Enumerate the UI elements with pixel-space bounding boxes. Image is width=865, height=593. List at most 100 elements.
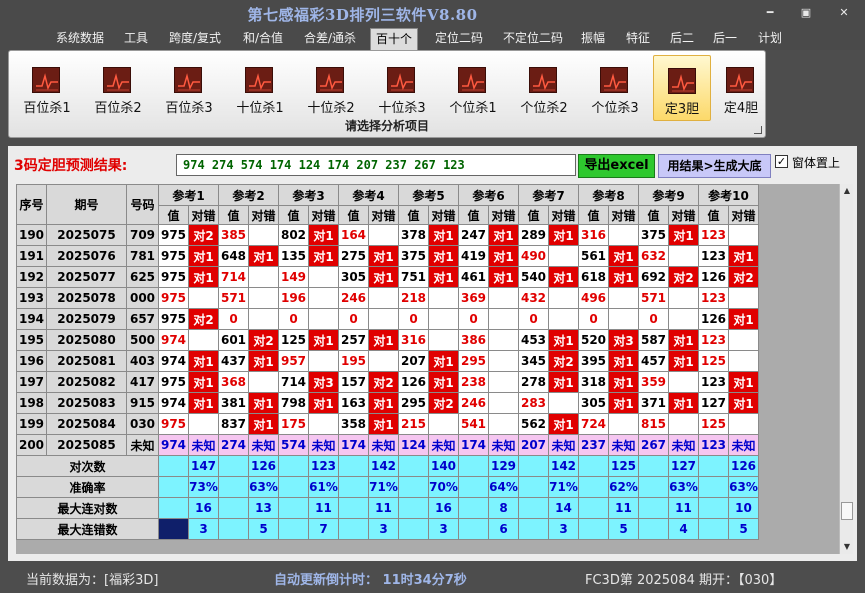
ribbon-button[interactable]: 十位杀3: [373, 55, 431, 121]
restore-icon[interactable]: ▣: [798, 6, 814, 20]
menu-item[interactable]: 计划: [750, 28, 790, 50]
ribbon-button[interactable]: 定3胆: [653, 55, 711, 121]
hit-cell: 对1: [608, 266, 639, 288]
reference-header[interactable]: 参考8: [578, 184, 639, 206]
close-icon[interactable]: ✕: [836, 6, 852, 20]
seq-cell: 199: [16, 413, 47, 435]
stats-value-cell: 125: [608, 455, 639, 477]
reference-header[interactable]: 参考10: [698, 184, 759, 206]
scroll-down-icon[interactable]: ▼: [840, 540, 854, 554]
stats-value-cell: 10: [728, 497, 759, 519]
menu-item[interactable]: 定位二码: [427, 28, 491, 50]
menu-item[interactable]: 和/合值: [235, 28, 291, 50]
stats-blank-cell: [698, 497, 729, 519]
vertical-scrollbar[interactable]: ▲ ▼: [839, 184, 853, 554]
hit-cell: 对2: [548, 350, 579, 372]
hit-cell: 对1: [428, 350, 459, 372]
hit-cell: 对1: [488, 266, 519, 288]
ribbon-button[interactable]: 百位杀2: [89, 55, 147, 121]
generate-base-button[interactable]: 用结果>生成大底: [658, 154, 771, 178]
seq-header[interactable]: 序号: [16, 184, 47, 225]
ribbon-button[interactable]: 十位杀2: [302, 55, 360, 121]
table-row[interactable]: 199 2025084 030 975 837 对1 175 358 对1 215 541 562 对1…: [16, 413, 759, 435]
menu-item[interactable]: 系统数据: [48, 28, 112, 50]
minimize-icon[interactable]: ━: [762, 6, 778, 20]
prediction-value-cell: 174: [338, 434, 369, 456]
reference-header[interactable]: 参考5: [398, 184, 459, 206]
menu-item[interactable]: 合差/通杀: [296, 28, 364, 50]
topmost-checkbox[interactable]: ✓: [775, 155, 788, 168]
reference-header[interactable]: 参考7: [518, 184, 579, 206]
ribbon-button-label: 百位杀2: [94, 101, 142, 116]
hit-cell: 对1: [308, 245, 339, 267]
seq-cell: 195: [16, 329, 47, 351]
reference-header[interactable]: 参考2: [218, 184, 279, 206]
value-cell: 0: [638, 308, 669, 330]
table-row[interactable]: 198 2025083 915 974 对1 381 对1 798 对1 163 对1 295 对2 24…: [16, 392, 759, 414]
menu-item[interactable]: 振幅: [575, 28, 611, 50]
table-row[interactable]: 194 2025079 657 975 对2 0 0 0 0 0 0 0 0 126 对1: [16, 308, 759, 330]
prediction-value-cell: 974: [158, 434, 189, 456]
scroll-up-icon[interactable]: ▲: [840, 184, 854, 198]
reference-header[interactable]: 参考3: [278, 184, 339, 206]
prediction-result-field[interactable]: 974 274 574 174 124 174 207 237 267 123: [176, 154, 576, 176]
reference-header[interactable]: 参考9: [638, 184, 699, 206]
prediction-row[interactable]: 200 2025085 未知 974 未知 274 未知 574 未知 174 未知 124 未知 174…: [16, 434, 759, 456]
ribbon-button[interactable]: 个位杀1: [444, 55, 502, 121]
number-cell: 500: [126, 329, 159, 351]
issue-header[interactable]: 期号: [46, 184, 127, 225]
reference-header[interactable]: 参考4: [338, 184, 399, 206]
prediction-hit-cell: 未知: [728, 434, 759, 456]
hit-cell: [608, 413, 639, 435]
hit-cell: [308, 308, 339, 330]
hit-subheader: 对错: [608, 205, 639, 225]
menu-item[interactable]: 后二: [664, 28, 700, 50]
table-row[interactable]: 196 2025081 403 974 对1 437 对1 957 195 207 对1 295 345…: [16, 350, 759, 372]
table-row[interactable]: 190 2025075 709 975 对2 385 802 对1 164 378 对1 247 对1 2…: [16, 224, 759, 246]
ribbon-button-label: 个位杀1: [449, 101, 497, 116]
issue-cell: 2025085: [46, 434, 127, 456]
menu-item[interactable]: 特征: [619, 28, 657, 50]
ribbon-button[interactable]: 个位杀3: [586, 55, 644, 121]
menu-item[interactable]: 工具: [117, 28, 155, 50]
number-cell: 未知: [126, 434, 159, 456]
table-row[interactable]: 191 2025076 781 975 对1 648 对1 135 对1 275 对1 375 对1 41…: [16, 245, 759, 267]
number-header[interactable]: 号码: [126, 184, 159, 225]
menu-item[interactable]: 跨度/复式: [160, 28, 230, 50]
scroll-thumb[interactable]: [841, 502, 853, 520]
value-cell: 195: [338, 350, 369, 372]
ribbon-button[interactable]: 十位杀1: [231, 55, 289, 121]
stats-value-cell: 16: [428, 497, 459, 519]
value-cell: 540: [518, 266, 549, 288]
ribbon-button[interactable]: 个位杀2: [515, 55, 573, 121]
menu-item[interactable]: 百十个: [370, 28, 418, 50]
hit-cell: 对1: [488, 245, 519, 267]
ribbon-button[interactable]: 百位杀1: [18, 55, 76, 121]
reference-header[interactable]: 参考6: [458, 184, 519, 206]
menu-item[interactable]: 不定位二码: [496, 28, 570, 50]
export-excel-button[interactable]: 导出excel: [578, 154, 655, 178]
ribbon-expand-icon[interactable]: [754, 126, 762, 134]
value-cell: 257: [338, 329, 369, 351]
chart-icon: [600, 67, 628, 93]
hit-cell: 对1: [248, 392, 279, 414]
menu-item[interactable]: 后一: [707, 28, 743, 50]
ribbon-button[interactable]: 百位杀3: [160, 55, 218, 121]
number-cell: 657: [126, 308, 159, 330]
hit-cell: 对1: [728, 245, 759, 267]
table-row[interactable]: 197 2025082 417 975 对1 368 714 对3 157 对2 126 对1 238 2…: [16, 371, 759, 393]
value-cell: 395: [578, 350, 609, 372]
table-row[interactable]: 193 2025078 000 975 571 196 246 218 369 432 496 571…: [16, 287, 759, 309]
table-row[interactable]: 195 2025080 500 974 601 对2 125 对1 257 对1 316 386 453…: [16, 329, 759, 351]
table-row[interactable]: 192 2025077 625 975 对1 714 149 305 对1 751 对1 461 对1 5…: [16, 266, 759, 288]
stats-blank-cell: [578, 518, 609, 540]
hit-cell: 对1: [428, 371, 459, 393]
issue-cell: 2025084: [46, 413, 127, 435]
hit-cell: 对2: [668, 266, 699, 288]
hit-cell: 对1: [728, 371, 759, 393]
reference-header[interactable]: 参考1: [158, 184, 219, 206]
stats-value-cell: 123: [308, 455, 339, 477]
value-cell: 975: [158, 224, 189, 246]
ribbon-button[interactable]: 定4胆: [712, 55, 770, 121]
seq-cell: 193: [16, 287, 47, 309]
